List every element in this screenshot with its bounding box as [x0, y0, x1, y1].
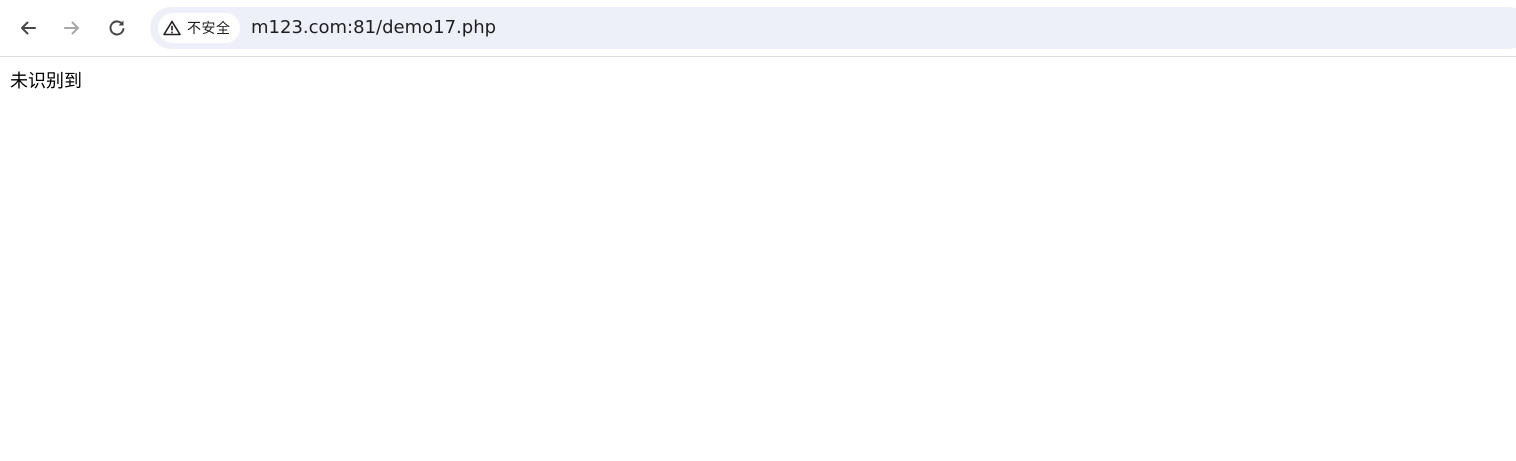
page-body-text: 未识别到: [10, 71, 82, 92]
back-button[interactable]: [12, 12, 44, 44]
reload-icon: [107, 18, 127, 38]
reload-button[interactable]: [101, 12, 133, 44]
arrow-right-icon: [62, 18, 82, 38]
browser-toolbar: 不安全 m123.com:81/demo17.php: [0, 0, 1516, 57]
url-text[interactable]: m123.com:81/demo17.php: [251, 7, 496, 49]
warning-triangle-icon: [163, 20, 181, 36]
security-indicator[interactable]: 不安全: [158, 13, 240, 43]
address-bar[interactable]: 不安全 m123.com:81/demo17.php: [150, 7, 1516, 49]
arrow-left-icon: [18, 18, 38, 38]
security-label: 不安全: [187, 21, 231, 37]
forward-button[interactable]: [56, 12, 88, 44]
